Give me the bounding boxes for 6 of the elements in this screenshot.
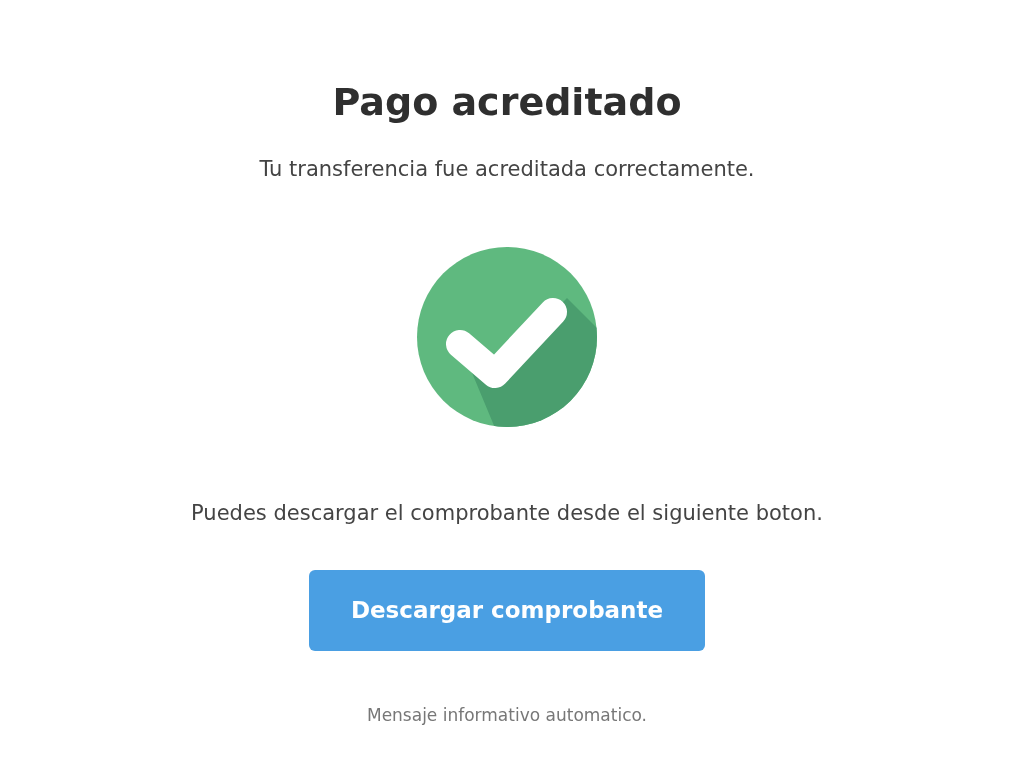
- page-title: Pago acreditado: [332, 79, 682, 126]
- subtitle: Tu transferencia fue acreditada correctamente.: [259, 156, 755, 183]
- success-check-icon: [416, 246, 598, 428]
- download-button[interactable]: Descargar comprobante: [309, 570, 705, 651]
- instruction-text: Puedes descargar el comprobante desde el siguiente boton.: [191, 500, 823, 527]
- footer-note: Mensaje informativo automatico.: [366, 704, 647, 727]
